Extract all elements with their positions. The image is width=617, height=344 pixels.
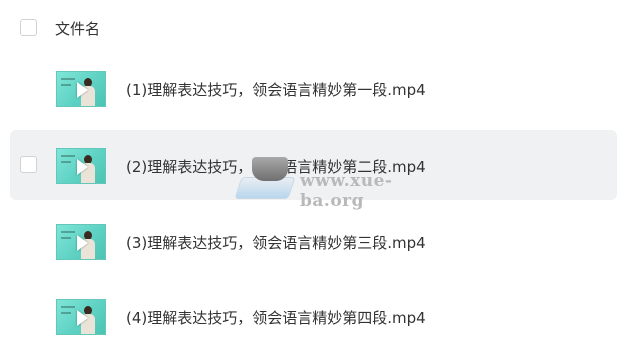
file-name[interactable]: (2)理解表达技巧，领会语言精妙第二段.mp4: [126, 156, 426, 177]
row-checkbox[interactable]: [20, 156, 37, 173]
video-thumbnail-icon[interactable]: [56, 148, 106, 184]
file-list-header: 文件名: [0, 0, 617, 58]
video-thumbnail-icon[interactable]: [56, 71, 106, 107]
play-icon: [77, 159, 88, 175]
play-icon: [77, 310, 88, 326]
play-icon: [77, 235, 88, 251]
video-thumbnail-icon[interactable]: [56, 224, 106, 260]
select-all-checkbox[interactable]: [20, 19, 37, 36]
column-header-filename[interactable]: 文件名: [55, 18, 100, 39]
file-name[interactable]: (4)理解表达技巧，领会语言精妙第四段.mp4: [126, 307, 426, 328]
file-row-hovered[interactable]: (2)理解表达技巧，领会语言精妙第二段.mp4: [10, 130, 617, 200]
file-row[interactable]: (3)理解表达技巧，领会语言精妙第三段.mp4: [10, 206, 617, 276]
file-row[interactable]: (4)理解表达技巧，领会语言精妙第四段.mp4: [10, 281, 617, 344]
file-name[interactable]: (1)理解表达技巧，领会语言精妙第一段.mp4: [126, 79, 426, 100]
video-thumbnail-icon[interactable]: [56, 299, 106, 335]
play-icon: [77, 82, 88, 98]
file-name[interactable]: (3)理解表达技巧，领会语言精妙第三段.mp4: [126, 232, 426, 253]
file-row[interactable]: (1)理解表达技巧，领会语言精妙第一段.mp4: [10, 53, 617, 123]
